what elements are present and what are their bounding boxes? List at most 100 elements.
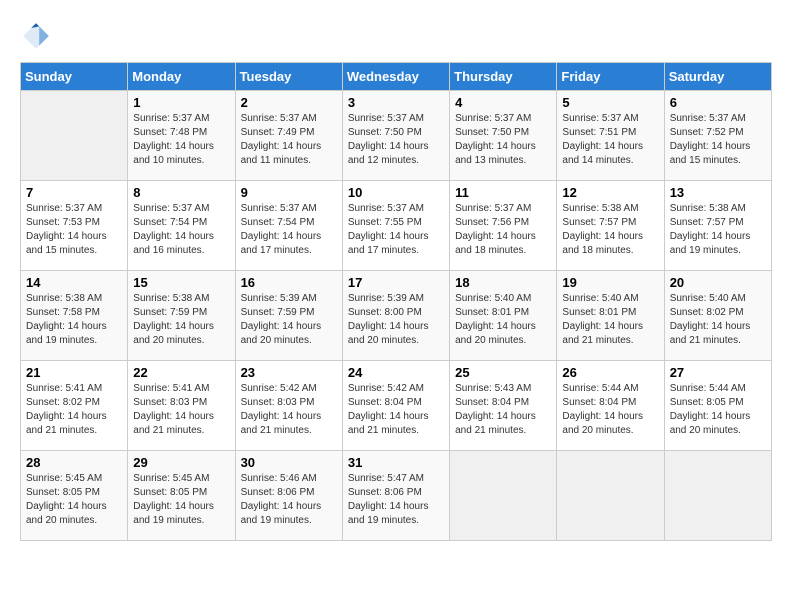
day-info: Sunrise: 5:44 AM Sunset: 8:04 PM Dayligh… [562, 382, 658, 438]
logo-icon [20, 20, 52, 52]
calendar-cell: 26 Sunrise: 5:44 AM Sunset: 8:04 PM Dayli… [557, 361, 664, 451]
day-number: 17 [348, 275, 444, 290]
weekday-header-thursday: Thursday [450, 63, 557, 91]
weekday-header-sunday: Sunday [21, 63, 128, 91]
calendar-cell: 13 Sunrise: 5:38 AM Sunset: 7:57 PM Dayli… [664, 181, 771, 271]
calendar-cell: 28 Sunrise: 5:45 AM Sunset: 8:05 PM Dayli… [21, 451, 128, 541]
calendar-week-5: 28 Sunrise: 5:45 AM Sunset: 8:05 PM Dayli… [21, 451, 772, 541]
day-info: Sunrise: 5:46 AM Sunset: 8:06 PM Dayligh… [241, 472, 337, 528]
day-number: 11 [455, 185, 551, 200]
day-number: 23 [241, 365, 337, 380]
day-info: Sunrise: 5:40 AM Sunset: 8:02 PM Dayligh… [670, 292, 766, 348]
calendar-week-4: 21Sunrise: 5:41 AM Sunset: 8:02 PM Dayli… [21, 361, 772, 451]
day-number: 18 [455, 275, 551, 290]
day-info: Sunrise: 5:38 AM Sunset: 7:59 PM Dayligh… [133, 292, 229, 348]
header [20, 20, 772, 52]
day-number: 22 [133, 365, 229, 380]
day-number: 15 [133, 275, 229, 290]
calendar-cell: 9Sunrise: 5:37 AM Sunset: 7:54 PM Daylig… [235, 181, 342, 271]
weekday-header-friday: Friday [557, 63, 664, 91]
day-number: 19 [562, 275, 658, 290]
day-info: Sunrise: 5:47 AM Sunset: 8:06 PM Dayligh… [348, 472, 444, 528]
calendar-cell: 30 Sunrise: 5:46 AM Sunset: 8:06 PM Dayli… [235, 451, 342, 541]
calendar-cell: 19Sunrise: 5:40 AM Sunset: 8:01 PM Dayli… [557, 271, 664, 361]
day-number: 26 [562, 365, 658, 380]
day-number: 5 [562, 95, 658, 110]
day-info: Sunrise: 5:37 AM Sunset: 7:54 PM Dayligh… [133, 202, 229, 258]
calendar-cell: 7 Sunrise: 5:37 AM Sunset: 7:53 PM Daylig… [21, 181, 128, 271]
calendar-header: SundayMondayTuesdayWednesdayThursdayFrid… [21, 63, 772, 91]
day-info: Sunrise: 5:43 AM Sunset: 8:04 PM Dayligh… [455, 382, 551, 438]
calendar-cell: 20 Sunrise: 5:40 AM Sunset: 8:02 PM Dayli… [664, 271, 771, 361]
day-info: Sunrise: 5:45 AM Sunset: 8:05 PM Dayligh… [26, 472, 122, 528]
calendar-cell: 23 Sunrise: 5:42 AM Sunset: 8:03 PM Dayli… [235, 361, 342, 451]
day-info: Sunrise: 5:37 AM Sunset: 7:55 PM Dayligh… [348, 202, 444, 258]
calendar-cell: 25 Sunrise: 5:43 AM Sunset: 8:04 PM Dayli… [450, 361, 557, 451]
day-info: Sunrise: 5:37 AM Sunset: 7:48 PM Dayligh… [133, 112, 229, 168]
day-number: 4 [455, 95, 551, 110]
day-info: Sunrise: 5:39 AM Sunset: 8:00 PM Dayligh… [348, 292, 444, 348]
calendar-week-2: 7 Sunrise: 5:37 AM Sunset: 7:53 PM Daylig… [21, 181, 772, 271]
calendar-week-3: 14 Sunrise: 5:38 AM Sunset: 7:58 PM Dayli… [21, 271, 772, 361]
calendar-cell: 1Sunrise: 5:37 AM Sunset: 7:48 PM Daylig… [128, 91, 235, 181]
day-number: 6 [670, 95, 766, 110]
day-info: Sunrise: 5:38 AM Sunset: 7:58 PM Dayligh… [26, 292, 122, 348]
day-info: Sunrise: 5:37 AM Sunset: 7:49 PM Dayligh… [241, 112, 337, 168]
day-number: 16 [241, 275, 337, 290]
day-info: Sunrise: 5:37 AM Sunset: 7:54 PM Dayligh… [241, 202, 337, 258]
calendar-cell: 8Sunrise: 5:37 AM Sunset: 7:54 PM Daylig… [128, 181, 235, 271]
day-info: Sunrise: 5:40 AM Sunset: 8:01 PM Dayligh… [455, 292, 551, 348]
day-number: 2 [241, 95, 337, 110]
day-number: 28 [26, 455, 122, 470]
day-info: Sunrise: 5:44 AM Sunset: 8:05 PM Dayligh… [670, 382, 766, 438]
day-info: Sunrise: 5:41 AM Sunset: 8:03 PM Dayligh… [133, 382, 229, 438]
day-info: Sunrise: 5:45 AM Sunset: 8:05 PM Dayligh… [133, 472, 229, 528]
day-number: 29 [133, 455, 229, 470]
calendar-cell [557, 451, 664, 541]
weekday-header-monday: Monday [128, 63, 235, 91]
calendar-cell: 12 Sunrise: 5:38 AM Sunset: 7:57 PM Dayli… [557, 181, 664, 271]
calendar-cell: 2 Sunrise: 5:37 AM Sunset: 7:49 PM Daylig… [235, 91, 342, 181]
day-info: Sunrise: 5:37 AM Sunset: 7:53 PM Dayligh… [26, 202, 122, 258]
calendar-cell: 27 Sunrise: 5:44 AM Sunset: 8:05 PM Dayli… [664, 361, 771, 451]
calendar-cell: 3 Sunrise: 5:37 AM Sunset: 7:50 PM Daylig… [342, 91, 449, 181]
day-info: Sunrise: 5:39 AM Sunset: 7:59 PM Dayligh… [241, 292, 337, 348]
day-info: Sunrise: 5:42 AM Sunset: 8:04 PM Dayligh… [348, 382, 444, 438]
day-number: 27 [670, 365, 766, 380]
calendar-cell: 16 Sunrise: 5:39 AM Sunset: 7:59 PM Dayli… [235, 271, 342, 361]
day-info: Sunrise: 5:37 AM Sunset: 7:56 PM Dayligh… [455, 202, 551, 258]
day-number: 7 [26, 185, 122, 200]
day-info: Sunrise: 5:42 AM Sunset: 8:03 PM Dayligh… [241, 382, 337, 438]
calendar-cell: 17 Sunrise: 5:39 AM Sunset: 8:00 PM Dayli… [342, 271, 449, 361]
day-number: 14 [26, 275, 122, 290]
weekday-header-tuesday: Tuesday [235, 63, 342, 91]
calendar-cell: 10 Sunrise: 5:37 AM Sunset: 7:55 PM Dayli… [342, 181, 449, 271]
calendar-table: SundayMondayTuesdayWednesdayThursdayFrid… [20, 62, 772, 541]
day-number: 10 [348, 185, 444, 200]
day-number: 13 [670, 185, 766, 200]
weekday-header-row: SundayMondayTuesdayWednesdayThursdayFrid… [21, 63, 772, 91]
day-info: Sunrise: 5:37 AM Sunset: 7:50 PM Dayligh… [455, 112, 551, 168]
calendar-cell: 21Sunrise: 5:41 AM Sunset: 8:02 PM Dayli… [21, 361, 128, 451]
calendar-cell: 22 Sunrise: 5:41 AM Sunset: 8:03 PM Dayli… [128, 361, 235, 451]
day-info: Sunrise: 5:38 AM Sunset: 7:57 PM Dayligh… [670, 202, 766, 258]
day-info: Sunrise: 5:37 AM Sunset: 7:50 PM Dayligh… [348, 112, 444, 168]
calendar-week-1: 1Sunrise: 5:37 AM Sunset: 7:48 PM Daylig… [21, 91, 772, 181]
day-number: 21 [26, 365, 122, 380]
calendar-cell: 31Sunrise: 5:47 AM Sunset: 8:06 PM Dayli… [342, 451, 449, 541]
calendar-cell: 6 Sunrise: 5:37 AM Sunset: 7:52 PM Daylig… [664, 91, 771, 181]
day-number: 20 [670, 275, 766, 290]
logo [20, 20, 56, 52]
day-info: Sunrise: 5:38 AM Sunset: 7:57 PM Dayligh… [562, 202, 658, 258]
day-number: 3 [348, 95, 444, 110]
calendar-cell: 24Sunrise: 5:42 AM Sunset: 8:04 PM Dayli… [342, 361, 449, 451]
calendar-cell: 18 Sunrise: 5:40 AM Sunset: 8:01 PM Dayli… [450, 271, 557, 361]
day-number: 30 [241, 455, 337, 470]
day-info: Sunrise: 5:37 AM Sunset: 7:52 PM Dayligh… [670, 112, 766, 168]
calendar-cell [21, 91, 128, 181]
calendar-cell: 14 Sunrise: 5:38 AM Sunset: 7:58 PM Dayli… [21, 271, 128, 361]
day-number: 25 [455, 365, 551, 380]
day-number: 12 [562, 185, 658, 200]
day-info: Sunrise: 5:37 AM Sunset: 7:51 PM Dayligh… [562, 112, 658, 168]
calendar-cell: 4 Sunrise: 5:37 AM Sunset: 7:50 PM Daylig… [450, 91, 557, 181]
